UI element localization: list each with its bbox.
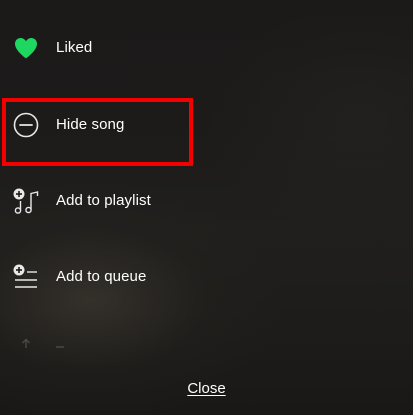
share-icon: [22, 338, 64, 348]
menu-item-hide-song[interactable]: Hide song: [0, 95, 413, 155]
faded-menu-item: [14, 336, 74, 350]
menu-item-add-to-playlist[interactable]: Add to playlist: [0, 171, 413, 231]
menu-item-label: Liked: [56, 39, 93, 56]
add-to-queue-icon: [13, 264, 37, 288]
heart-filled-icon: [15, 38, 37, 59]
close-button[interactable]: Close: [0, 379, 413, 399]
menu-item-label: Add to queue: [56, 268, 147, 285]
add-to-playlist-icon: [13, 188, 39, 214]
menu-item-add-to-queue[interactable]: Add to queue: [0, 247, 413, 307]
menu-item-label: Add to playlist: [56, 192, 151, 209]
menu-item-liked[interactable]: Liked: [0, 18, 413, 78]
minus-circle-icon: [13, 112, 39, 138]
menu-item-label: Hide song: [56, 116, 125, 133]
